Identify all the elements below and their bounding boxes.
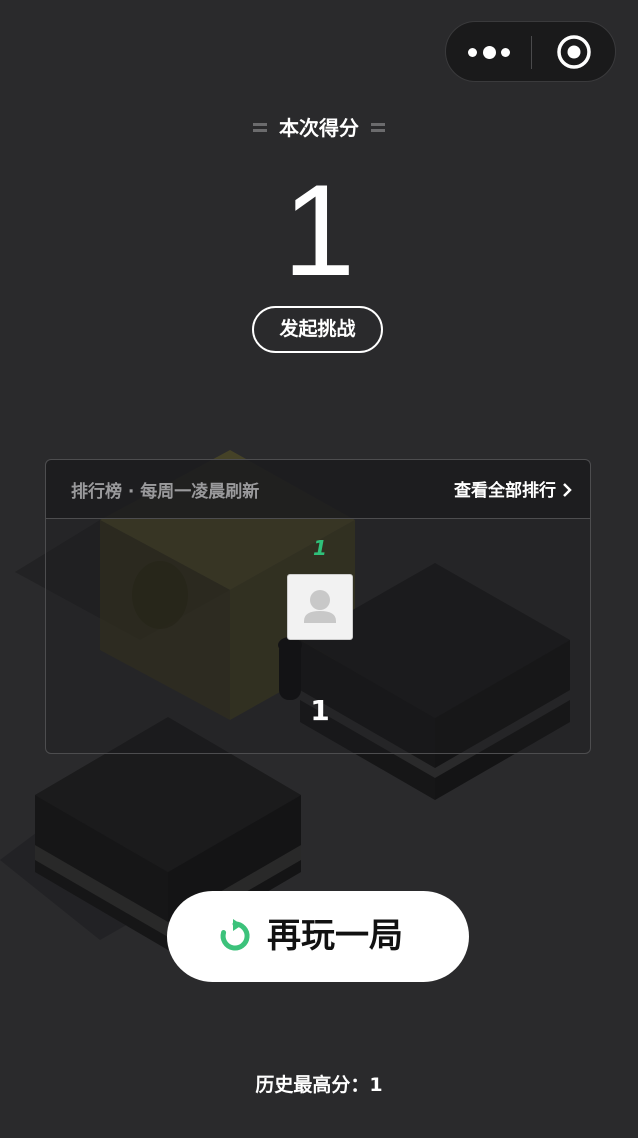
view-all-ranking-link[interactable]: 查看全部排行: [454, 476, 572, 501]
rank-score: 1: [310, 694, 330, 727]
leaderboard-refresh-note: 排行榜 · 每周一凌晨刷新: [71, 482, 260, 502]
title-decoration-right: [371, 122, 385, 133]
mini-program-capsule: [445, 21, 616, 82]
replay-button[interactable]: 再玩一局: [167, 891, 469, 982]
current-score: 1: [282, 157, 356, 303]
chevron-right-icon: [563, 483, 572, 497]
more-dots-icon[interactable]: [466, 40, 516, 64]
title-decoration-left: [253, 122, 267, 133]
capsule-divider: [531, 36, 532, 69]
challenge-button[interactable]: 发起挑战: [252, 306, 383, 353]
history-best-score: 历史最高分：1: [255, 1074, 383, 1096]
replay-arrow-icon: [220, 919, 250, 951]
rank-number: 1: [313, 536, 327, 560]
avatar: [287, 574, 353, 640]
view-all-ranking-label: 查看全部排行: [454, 481, 556, 501]
target-close-icon[interactable]: [556, 34, 592, 70]
score-title-text: 本次得分: [279, 116, 359, 140]
leaderboard-entry[interactable]: 1 1: [266, 530, 374, 735]
score-title: 本次得分: [0, 113, 638, 143]
leaderboard-panel: 排行榜 · 每周一凌晨刷新 查看全部排行 1 1: [45, 459, 591, 754]
default-avatar-icon: [304, 590, 336, 623]
leaderboard-header: 排行榜 · 每周一凌晨刷新 查看全部排行: [46, 460, 590, 519]
replay-label: 再玩一局: [267, 916, 403, 956]
